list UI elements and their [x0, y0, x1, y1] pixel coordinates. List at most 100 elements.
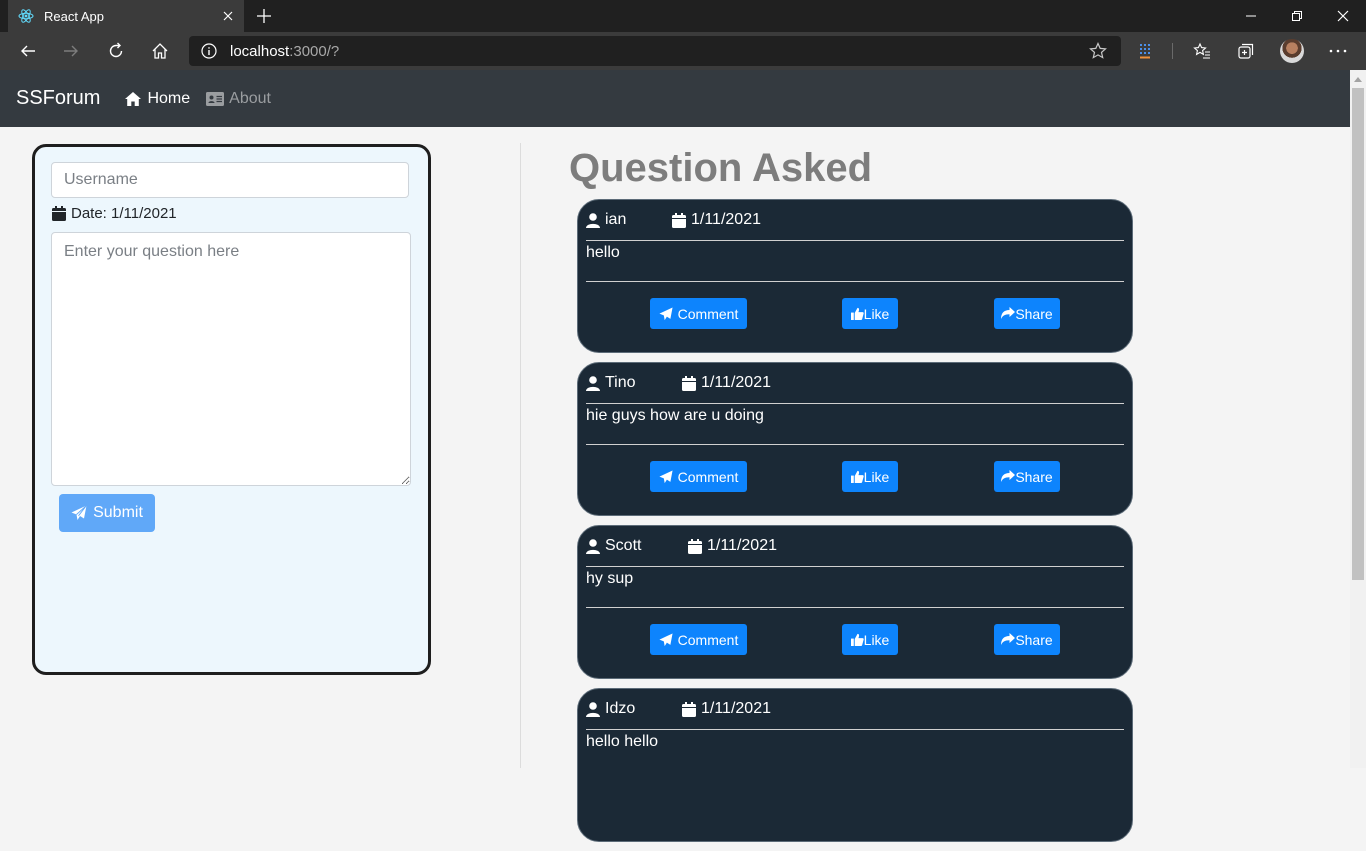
comment-button[interactable]: Comment	[650, 624, 747, 655]
card-divider	[586, 566, 1124, 567]
calendar-icon	[688, 538, 707, 554]
share-button[interactable]: Share	[994, 461, 1060, 492]
like-label: Like	[863, 631, 890, 648]
question-form: Date: 1/11/2021 Submit	[32, 144, 431, 675]
card-question-text: hy sup	[586, 570, 634, 587]
card-date: 1/11/2021	[672, 211, 761, 229]
calendar-icon	[52, 206, 71, 221]
calendar-icon	[682, 375, 701, 391]
calendar-icon	[672, 212, 691, 228]
card-username: Scott	[605, 537, 642, 554]
share-label: Share	[1015, 631, 1053, 648]
id-card-icon	[206, 91, 229, 106]
card-header: Idzo 1/11/2021	[586, 700, 1126, 720]
column-divider	[520, 143, 521, 768]
card-header: Tino 1/11/2021	[586, 374, 1126, 394]
user-icon	[586, 212, 605, 228]
comment-label: Comment	[677, 468, 739, 485]
question-card: Tino 1/11/2021 hie guys how are u doing …	[577, 362, 1133, 516]
card-header: Scott 1/11/2021	[586, 537, 1126, 557]
url-path: :3000/?	[289, 42, 340, 60]
card-question-text: hello	[586, 244, 620, 261]
nav-about[interactable]: About	[206, 90, 271, 108]
card-divider	[586, 240, 1124, 241]
home-browser-icon[interactable]	[146, 37, 174, 65]
paper-plane-icon	[659, 632, 678, 647]
like-label: Like	[863, 305, 890, 322]
restore-icon[interactable]	[1274, 0, 1320, 32]
forward-icon[interactable]	[57, 37, 85, 65]
card-date-text: 1/11/2021	[691, 211, 761, 228]
share-label: Share	[1015, 305, 1053, 322]
question-textarea[interactable]	[51, 232, 411, 486]
card-date-text: 1/11/2021	[701, 374, 771, 391]
browser-toolbar: localhost:3000/?	[0, 32, 1366, 70]
reading-list-icon[interactable]	[1131, 37, 1159, 65]
tab-close-icon[interactable]	[220, 8, 236, 24]
thumbs-up-icon	[850, 307, 864, 320]
user-icon	[586, 375, 605, 391]
scrollbar-thumb[interactable]	[1352, 88, 1364, 580]
like-button[interactable]: Like	[842, 461, 898, 492]
card-date-text: 1/11/2021	[707, 537, 777, 554]
thumbs-up-icon	[850, 470, 864, 483]
collections-icon[interactable]	[1232, 37, 1260, 65]
comment-button[interactable]: Comment	[650, 298, 747, 329]
question-card: ian 1/11/2021 hello Comment Like Share	[577, 199, 1133, 353]
question-card: Idzo 1/11/2021 hello hello	[577, 688, 1133, 842]
share-icon	[1001, 307, 1016, 320]
card-date-text: 1/11/2021	[701, 700, 771, 717]
thumbs-up-icon	[850, 633, 864, 646]
info-icon[interactable]	[201, 43, 217, 59]
more-options-icon[interactable]	[1324, 37, 1352, 65]
comment-label: Comment	[677, 305, 739, 322]
favorites-icon[interactable]	[1188, 37, 1216, 65]
form-date-label: Date: 1/11/2021	[71, 205, 177, 222]
address-bar[interactable]: localhost:3000/?	[189, 36, 1121, 66]
username-input[interactable]	[51, 162, 409, 198]
profile-avatar[interactable]	[1278, 37, 1306, 65]
like-label: Like	[863, 468, 890, 485]
comment-label: Comment	[677, 631, 739, 648]
calendar-icon	[682, 701, 701, 717]
paper-plane-icon	[659, 469, 678, 484]
back-icon[interactable]	[14, 37, 42, 65]
toolbar-separator	[1172, 43, 1173, 59]
submit-button[interactable]: Submit	[59, 494, 155, 532]
comment-button[interactable]: Comment	[650, 461, 747, 492]
card-user: Tino	[586, 374, 636, 392]
card-divider	[586, 281, 1124, 282]
new-tab-icon[interactable]	[254, 6, 274, 26]
share-button[interactable]: Share	[994, 298, 1060, 329]
nav-home[interactable]: Home	[124, 90, 190, 108]
minimize-icon[interactable]	[1228, 0, 1274, 32]
like-button[interactable]: Like	[842, 298, 898, 329]
share-icon	[1001, 633, 1016, 646]
question-card: Scott 1/11/2021 hy sup Comment Like Shar…	[577, 525, 1133, 679]
brand-logo[interactable]: SSForum	[16, 87, 100, 110]
card-question-text: hie guys how are u doing	[586, 407, 764, 424]
nav-home-label: Home	[147, 89, 191, 107]
share-icon	[1001, 470, 1016, 483]
window-close-icon[interactable]	[1320, 0, 1366, 32]
nav-about-label: About	[229, 89, 271, 107]
card-user: ian	[586, 211, 626, 229]
card-header: ian 1/11/2021	[586, 211, 1126, 231]
card-divider	[586, 729, 1124, 730]
share-label: Share	[1015, 468, 1053, 485]
url-text: localhost:3000/?	[230, 43, 339, 60]
card-user: Scott	[586, 537, 641, 555]
favorite-star-icon[interactable]	[1089, 42, 1107, 60]
refresh-icon[interactable]	[102, 37, 130, 65]
tab-title: React App	[44, 8, 104, 24]
card-date: 1/11/2021	[682, 700, 771, 718]
like-button[interactable]: Like	[842, 624, 898, 655]
browser-tab[interactable]: React App	[8, 0, 244, 32]
scroll-up-icon[interactable]	[1350, 72, 1366, 86]
url-host: localhost	[230, 42, 290, 60]
form-date: Date: 1/11/2021	[52, 205, 177, 222]
card-username: Idzo	[605, 700, 636, 717]
home-icon	[124, 91, 147, 107]
card-username: ian	[605, 211, 627, 228]
share-button[interactable]: Share	[994, 624, 1060, 655]
